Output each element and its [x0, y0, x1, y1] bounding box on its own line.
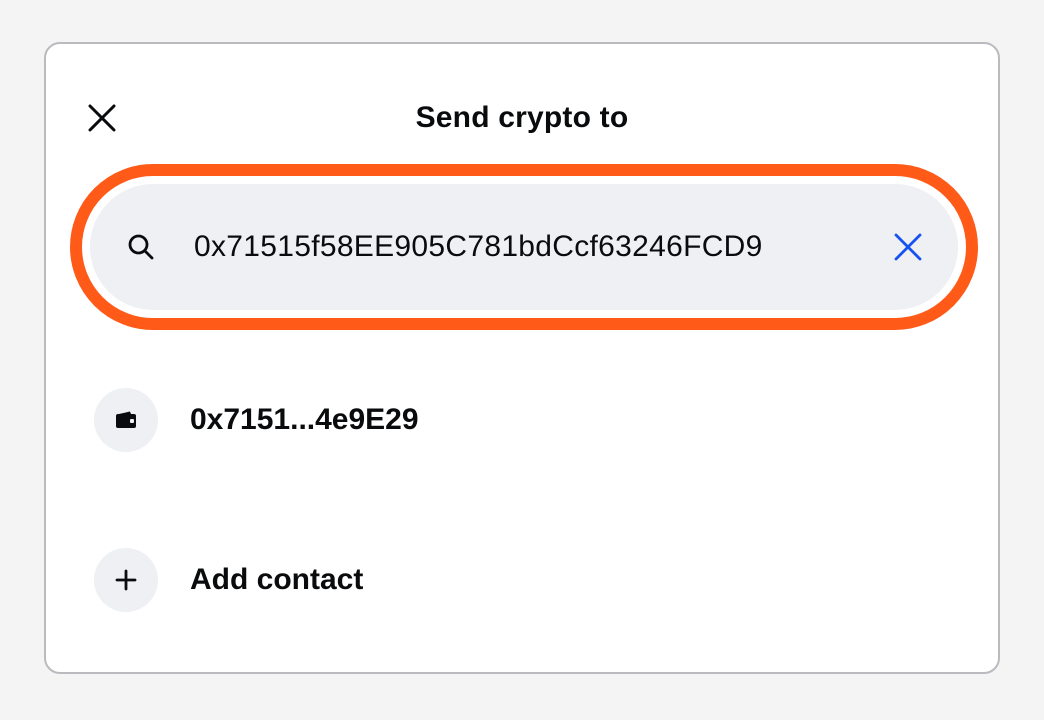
- plus-icon: [115, 569, 137, 591]
- dialog-title: Send crypto to: [415, 101, 629, 134]
- send-crypto-dialog: Send crypto to 0x71515f58EE905C781bdCcf6…: [44, 42, 1000, 674]
- address-result-item[interactable]: 0x7151...4e9E29: [94, 388, 419, 452]
- add-contact-item[interactable]: Add contact: [94, 548, 363, 612]
- wallet-icon: [116, 411, 136, 428]
- clear-search-button[interactable]: [888, 227, 928, 267]
- wallet-avatar: [94, 388, 158, 452]
- add-contact-label: Add contact: [190, 563, 364, 596]
- search-icon: [126, 232, 156, 262]
- clear-icon: [894, 233, 922, 261]
- address-search-input[interactable]: [194, 230, 888, 264]
- add-contact-avatar: [94, 548, 158, 612]
- search-highlight-ring: [70, 164, 978, 330]
- address-result-label: 0x7151...4e9E29: [190, 403, 419, 436]
- address-search-box[interactable]: [90, 184, 958, 310]
